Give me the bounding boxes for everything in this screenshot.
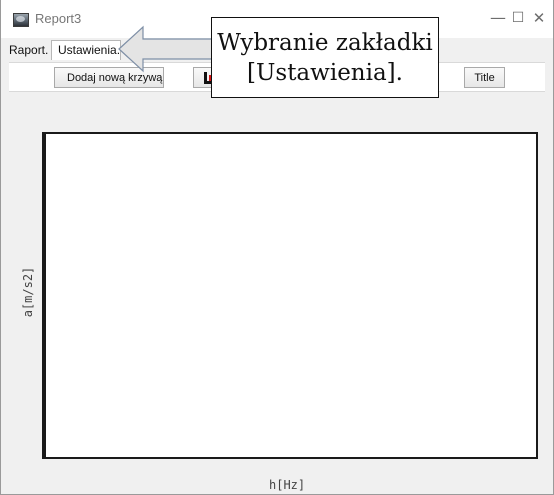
plot-area[interactable] [44,132,538,459]
title-button[interactable]: Title [464,67,505,88]
close-button[interactable]: ✕ [527,8,551,28]
instruction-callout: Wybranie zakładki [Ustawienia]. [211,17,439,98]
x-axis-label: h[Hz] [269,478,306,492]
report-menu-label[interactable]: Raport. [9,43,48,57]
instruction-line-2: [Ustawienia]. [247,60,403,86]
y-axis-label: a[m/s2] [21,266,35,318]
add-curve-button[interactable]: Dodaj nową krzywą [54,67,164,88]
report-window: Report3 — ☐ ✕ Raport. Ustawienia. Dodaj … [0,0,554,495]
window-title: Report3 [35,11,82,26]
tab-ustawienia[interactable]: Ustawienia. [51,40,121,60]
app-icon [13,13,29,27]
instruction-line-1: Wybranie zakładki [217,30,433,56]
